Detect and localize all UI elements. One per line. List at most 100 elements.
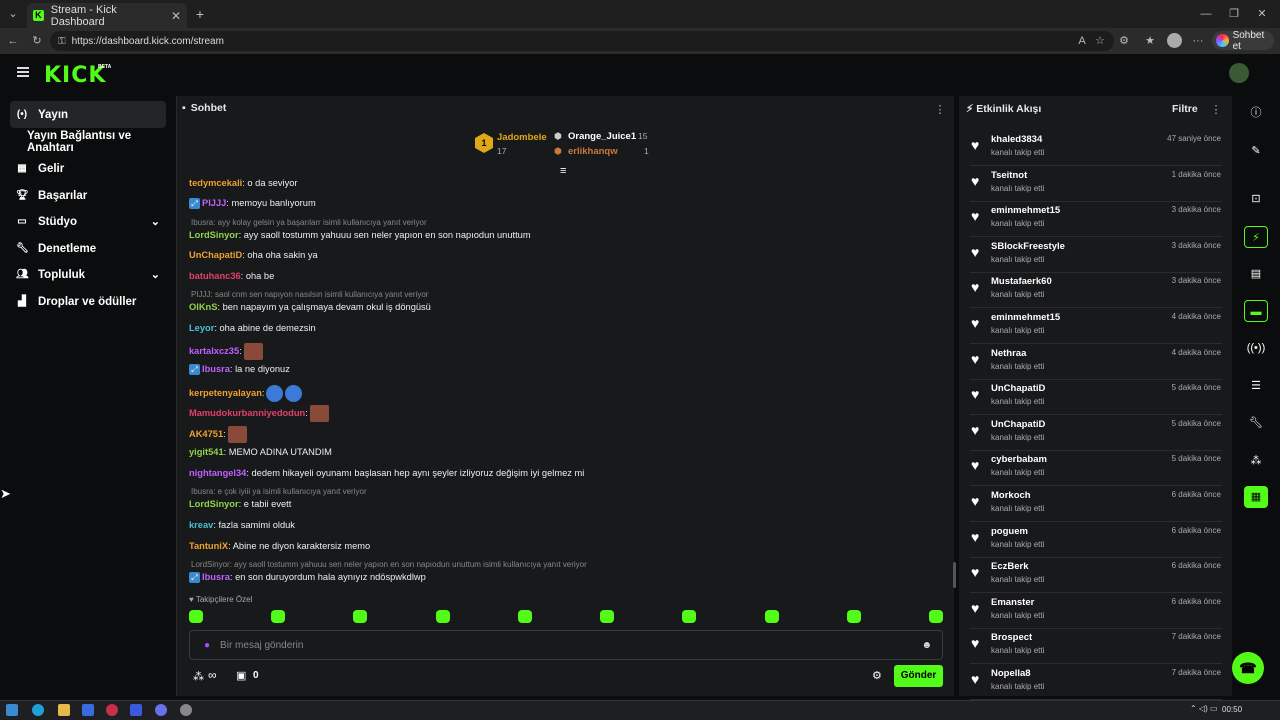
menu-icon[interactable] [17,67,29,77]
chat-username[interactable]: TantuniX [189,541,228,551]
copilot-button[interactable]: Sohbet et [1212,30,1274,52]
sidebar-item-droplar[interactable]: ▟ Droplar ve ödüller [10,288,166,315]
activity-item[interactable]: ♥ Morkoch kanalı takip etti 6 dakika önce [970,486,1222,522]
minimize-icon[interactable]: — [1196,4,1216,24]
activity-item[interactable]: ♥ poguem kanalı takip etti 6 dakika önce [970,522,1222,558]
help-chat-button[interactable]: ☎ [1232,652,1264,684]
sidebar-item-stream-key[interactable]: Yayın Bağlantısı ve Anahtarı [21,128,171,155]
chat-username[interactable]: Ibusra [202,572,230,582]
activity-item[interactable]: ♥ cyberbabam kanalı takip etti 5 dakika önc… [970,450,1222,487]
favorites-icon[interactable]: ★ [1142,31,1158,51]
emote-icon[interactable] [271,610,286,623]
activity-item[interactable]: ♥ Nopella8 kanalı takip etti 7 dakika önce [970,664,1222,700]
tab-list-icon[interactable]: ⌄ [4,4,22,24]
activity-options-icon[interactable]: ⋮ [1208,100,1224,120]
emote-icon[interactable] [517,610,532,623]
read-aloud-icon[interactable]: A [1074,31,1090,51]
favorite-star-icon[interactable]: ☆ [1092,31,1108,51]
chat-username[interactable]: kreav [189,520,213,530]
chat-username[interactable]: tedymcekali [189,178,242,188]
url-bar[interactable]: ⚿ https://dashboard.kick.com/stream [50,31,1114,51]
chat-username[interactable]: AK4751 [189,429,223,439]
share-icon[interactable]: ⁂ [1244,450,1268,472]
chat-username[interactable]: kerpetenyalayan [189,388,262,398]
site-info-icon[interactable]: ⚿ [58,36,66,47]
maximize-icon[interactable]: ❐ [1224,4,1244,24]
leaderboard-name[interactable]: erlikhanqw [568,146,618,157]
activity-item[interactable]: ♥ SBlockFreestyle kanalı takip etti 3 dakik… [970,237,1222,273]
chat-username[interactable]: nightangel34 [189,468,246,478]
chat-username[interactable]: yigit541 [189,447,224,457]
expand-leaderboard-icon[interactable]: ≡ [560,165,566,177]
leaderboard-name[interactable]: Orange_Juice1 [568,131,636,142]
chat-username[interactable]: PIJJJ [202,198,226,208]
layout-icon[interactable]: ☰ [1244,375,1268,397]
chat-settings-icon[interactable]: ⚙ [872,669,882,682]
emote-icon[interactable] [928,610,943,623]
activity-toggle-icon[interactable]: ⚡︎ [1244,226,1268,248]
discord-icon[interactable] [155,704,167,716]
chat-username[interactable]: Mamudokurbanniyedodun [189,408,305,418]
sidebar-item-denetleme[interactable]: 🔧︎ Denetleme [10,235,166,262]
activity-item[interactable]: ♥ Tseitnot kanalı takip etti 1 dakika önce [970,166,1222,202]
sidebar-item-yayin[interactable]: (•) Yayın [10,101,166,128]
activity-item[interactable]: ♥ Brospect kanalı takip etti 7 dakika önce [970,628,1222,665]
chat-username[interactable]: LordSinyor [189,230,239,240]
profile-icon[interactable] [1167,33,1182,48]
emote-icon[interactable] [764,610,779,623]
windows-start-icon[interactable] [6,704,18,716]
activity-item[interactable]: ♥ eminmehmet15 kanalı takip etti 4 dakika ö… [970,308,1222,344]
more-menu-icon[interactable]: ··· [1190,31,1206,51]
emote-icon[interactable] [435,610,450,623]
sidebar-item-topluluk[interactable]: 👥︎ Topluluk ⌄ [10,261,166,288]
emote-icon[interactable] [682,610,697,623]
info-icon[interactable]: ⓘ [1244,102,1268,124]
wrench-rail-icon[interactable]: 🔧︎ [1244,412,1268,434]
activity-item[interactable]: ♥ UnChapatiD kanalı takip etti 5 dakika önc… [970,379,1222,416]
file-explorer-icon[interactable] [58,704,70,716]
chat-username[interactable]: LordSinyor [189,499,239,509]
chat-username[interactable]: Leyor [189,323,214,333]
browser-tab[interactable]: K Stream - Kick Dashboard ✕ [27,3,187,28]
clapperboard-icon[interactable]: ▦ [1244,486,1268,508]
app-icon[interactable] [82,704,94,716]
microphone-icon[interactable]: ● [204,640,210,651]
sidebar-item-basarilar[interactable]: 🏆︎ Başarılar [10,182,166,209]
close-tab-icon[interactable]: ✕ [171,9,181,23]
chat-options-icon[interactable]: ⋮ [932,100,948,120]
opera-icon[interactable] [106,704,118,716]
chat-username[interactable]: OlKnS [189,302,217,312]
emote-icon[interactable] [189,610,203,623]
chat-username[interactable]: batuhanc36 [189,271,241,281]
emote-icon[interactable] [600,610,615,623]
chat-username[interactable]: UnChapatiD [189,250,242,260]
users-icon[interactable]: ⁂ [193,670,204,683]
emote-icon[interactable] [353,610,368,623]
vscode-icon[interactable] [130,704,142,716]
tray-icons[interactable]: ⌃ ◁) ▭ [1190,704,1218,713]
filter-button[interactable]: Filtre [1172,103,1198,115]
sidebar-item-studyo[interactable]: ▭ Stüdyo ⌄ [10,208,166,235]
sidebar-item-gelir[interactable]: ▦ Gelir [10,155,166,182]
chat-scrollbar[interactable] [953,562,956,588]
screenshot-icon[interactable]: ⊡ [1244,188,1268,210]
emote-icon[interactable] [846,610,861,623]
avatar[interactable] [1229,63,1249,83]
edge-browser-icon[interactable] [32,704,44,716]
activity-item[interactable]: ♥ Nethraa kanalı takip etti 4 dakika önce [970,344,1222,380]
close-window-icon[interactable]: ✕ [1252,4,1272,24]
chat-username[interactable]: kartalxcz35 [189,346,239,356]
new-tab-icon[interactable]: + [192,4,208,24]
edit-pencil-icon[interactable]: ✎ [1244,140,1268,162]
activity-item[interactable]: ♥ eminmehmet15 kanalı takip etti 3 dakika ö… [970,201,1222,238]
notes-icon[interactable]: ▤ [1244,263,1268,285]
broadcast-rail-icon[interactable]: ((•)) [1244,337,1268,359]
leaderboard-name[interactable]: Jadombele [497,132,547,143]
chat-username[interactable]: Ibusra [202,364,230,374]
activity-item[interactable]: ♥ UnChapatiD kanalı takip etti 5 dakika önc… [970,415,1222,451]
activity-item[interactable]: ♥ Mustafaerk60 kanalı takip etti 3 dakika ö… [970,272,1222,309]
chat-message-input[interactable]: ● Bir mesaj gönderin ☻ [189,630,943,660]
activity-item[interactable]: ♥ EczBerk kanalı takip etti 6 dakika önce [970,557,1222,594]
gift-box-icon[interactable]: ▣ [236,669,246,682]
activity-item[interactable]: ♥ khaled3834 kanalı takip etti 47 saniye ön… [970,130,1222,166]
